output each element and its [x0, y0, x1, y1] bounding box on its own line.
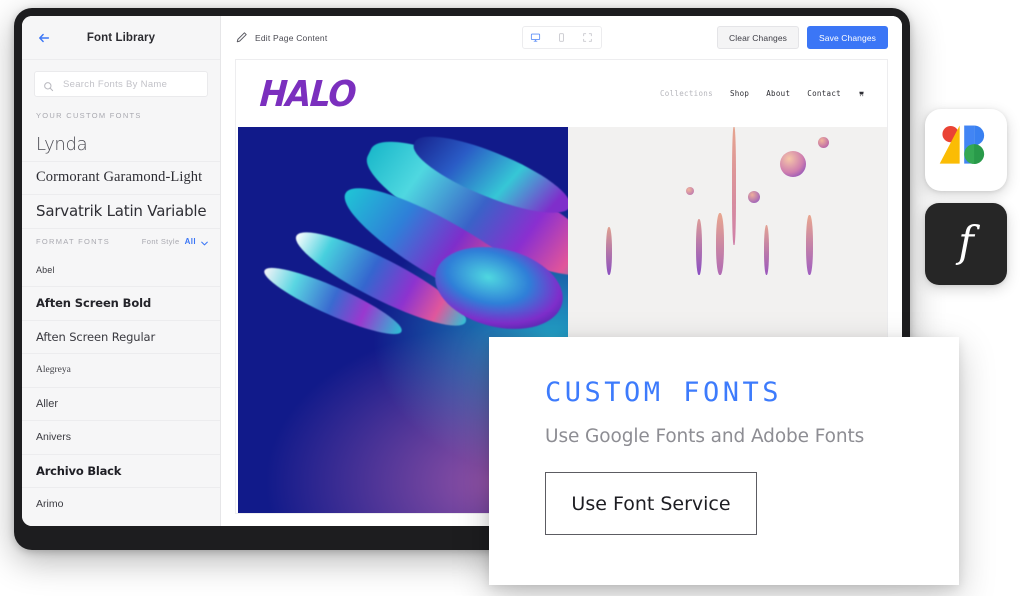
list-item[interactable]: Cormorant Garamond-Light — [22, 160, 220, 195]
font-name: Cormorant Garamond-Light — [36, 169, 203, 186]
use-font-service-button[interactable]: Use Font Service — [545, 472, 757, 535]
site-nav: Collections Shop About Contact — [660, 89, 865, 98]
font-name: Lynda — [36, 133, 88, 155]
nav-link-about[interactable]: About — [766, 89, 790, 98]
google-fonts-icon[interactable] — [925, 109, 1007, 191]
adobe-fonts-icon[interactable]: f — [925, 203, 1007, 285]
fullscreen-view-button[interactable] — [575, 27, 601, 48]
sidebar-header: Font Library — [22, 16, 220, 60]
paint-droplet — [748, 191, 760, 203]
custom-fonts-section-label: YOUR CUSTOM FONTS — [36, 111, 142, 120]
list-item[interactable]: Archivo Black — [22, 453, 220, 488]
paint-droplet — [818, 137, 829, 148]
back-arrow-icon[interactable] — [36, 30, 52, 46]
nav-link-contact[interactable]: Contact — [807, 89, 841, 98]
monitor-icon — [530, 32, 541, 43]
adobe-fonts-glyph: f — [958, 217, 974, 266]
font-name: Aften Screen Regular — [36, 329, 156, 344]
list-item[interactable]: Sarvatrik Latin Variable — [22, 194, 220, 228]
toolbar-actions: Clear Changes Save Changes — [717, 26, 888, 49]
list-item[interactable]: Abel — [22, 254, 220, 287]
desktop-view-button[interactable] — [523, 27, 549, 48]
nav-link-collections[interactable]: Collections — [660, 89, 713, 98]
list-item[interactable]: Alegreya — [22, 353, 220, 387]
search-input[interactable] — [61, 77, 199, 91]
font-name: Sarvatrik Latin Variable — [36, 202, 207, 221]
font-name: Archivo Black — [36, 463, 122, 478]
mobile-view-button[interactable] — [549, 27, 575, 48]
font-name: Arimo — [36, 498, 64, 511]
font-style-label: Font Style — [141, 236, 180, 246]
list-item[interactable]: Aften Screen Bold — [22, 286, 220, 320]
font-name: Aller — [36, 397, 59, 410]
custom-fonts-title: CUSTOM FONTS — [545, 377, 783, 408]
search-icon — [43, 79, 54, 91]
font-name: Anivers — [36, 431, 72, 444]
format-fonts-section-label: FORMAT FONTS — [36, 236, 111, 246]
editor-toolbar: Edit Page Content Clear Changes Save Cha… — [221, 16, 902, 59]
font-name: Aften Screen Bold — [36, 296, 152, 311]
list-item[interactable]: Aller — [22, 386, 220, 421]
font-service-icons: f — [925, 109, 1007, 285]
phone-icon — [556, 32, 567, 43]
site-logo[interactable]: HALO — [259, 72, 357, 114]
list-item[interactable]: Aften Screen Regular — [22, 319, 220, 354]
font-style-filter[interactable]: Font Style All — [142, 237, 208, 246]
list-item[interactable]: Anivers — [22, 420, 220, 454]
edit-page-content-label: Edit Page Content — [255, 32, 328, 43]
save-changes-button[interactable]: Save Changes — [807, 26, 888, 49]
custom-fonts-list: Lynda Cormorant Garamond-Light Sarvatrik… — [22, 128, 220, 228]
chevron-down-icon — [201, 239, 208, 245]
font-style-value: All — [184, 236, 196, 246]
search-box[interactable] — [34, 71, 208, 97]
expand-icon — [582, 32, 593, 43]
paint-droplet — [780, 151, 806, 177]
nav-link-shop[interactable]: Shop — [730, 89, 749, 98]
screenshot-root: Font Library YOUR CUSTOM FONTS Lynda — [0, 0, 1024, 596]
format-fonts-header: FORMAT FONTS Font Style All — [22, 227, 220, 254]
custom-fonts-subtitle: Use Google Fonts and Adobe Fonts — [545, 426, 865, 447]
clear-changes-button[interactable]: Clear Changes — [717, 26, 800, 49]
format-fonts-list: Abel Aften Screen Bold Aften Screen Regu… — [22, 254, 220, 527]
font-library-sidebar: Font Library YOUR CUSTOM FONTS Lynda — [22, 16, 221, 526]
pencil-icon — [235, 31, 248, 44]
cart-icon[interactable] — [858, 90, 865, 97]
font-name: Alegreya — [36, 365, 71, 376]
edit-page-content-button[interactable]: Edit Page Content — [235, 31, 327, 44]
paint-droplet — [686, 187, 694, 195]
viewport-toggle-group — [521, 26, 602, 49]
font-name: Abel — [36, 264, 55, 275]
list-item[interactable]: Arimo — [22, 487, 220, 521]
custom-fonts-card: CUSTOM FONTS Use Google Fonts and Adobe … — [489, 337, 959, 585]
site-header: HALO Collections Shop About Contact — [236, 60, 887, 127]
list-item[interactable]: Lynda — [22, 128, 220, 161]
search-container — [22, 60, 220, 107]
